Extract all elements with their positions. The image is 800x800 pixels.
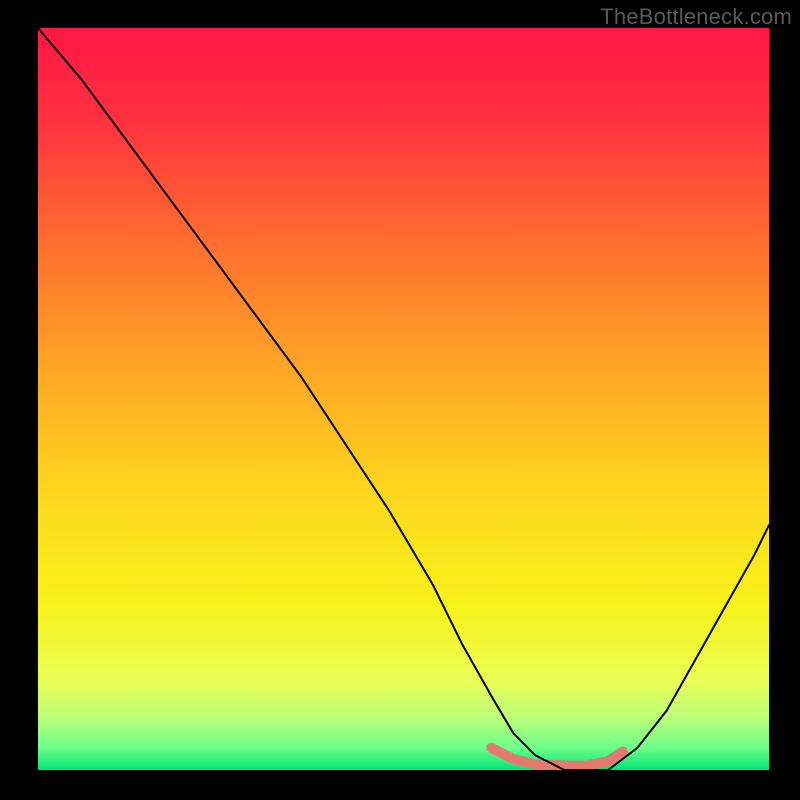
watermark-text: TheBottleneck.com: [600, 4, 792, 30]
chart-frame: TheBottleneck.com: [0, 0, 800, 800]
plot-background: [38, 28, 769, 770]
bottleneck-chart: [0, 0, 800, 800]
